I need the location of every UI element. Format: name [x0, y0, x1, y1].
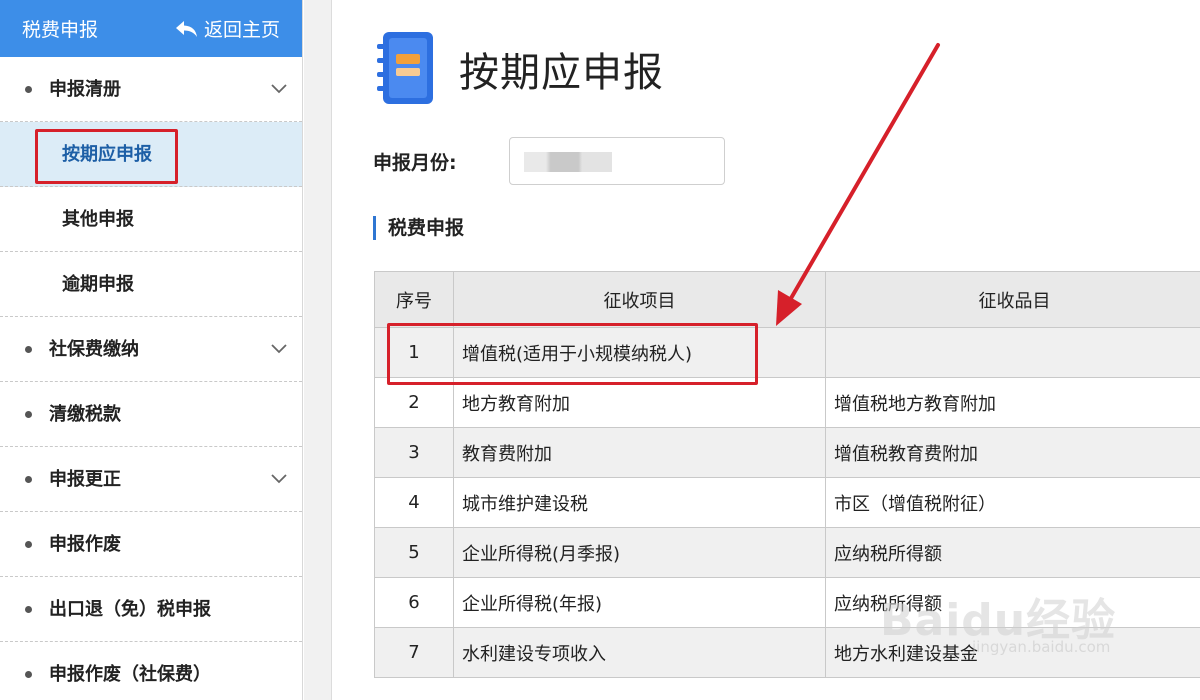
sidebar-item-tax-payment[interactable]: 清缴税款 — [0, 382, 302, 447]
back-home-label: 返回主页 — [203, 19, 280, 41]
declaration-month-input[interactable] — [508, 137, 725, 185]
chevron-down-icon — [271, 474, 287, 484]
row-category: 应纳税所得额 — [825, 577, 1200, 628]
sidebar-item-label: 其他申报 — [62, 209, 134, 230]
bullet-icon — [25, 541, 32, 548]
table-row[interactable]: 4 城市维护建设税 市区（增值税附征） — [374, 477, 1200, 528]
row-item[interactable]: 企业所得税(月季报) — [453, 527, 826, 578]
chevron-down-icon — [271, 344, 287, 354]
sidebar-item-label: 申报清册 — [49, 79, 121, 100]
sidebar-item-label: 申报作废 — [49, 534, 121, 555]
main-content: 按期应申报 申报月份: 税费申报 序号 征收项目 征收品目 1 增值税(适用于小… — [333, 0, 1200, 700]
panel-gutter — [304, 0, 332, 700]
sidebar-item-declaration-correction[interactable]: 申报更正 — [0, 447, 302, 512]
table-row[interactable]: 1 增值税(适用于小规模纳税人) — [374, 327, 1200, 378]
bullet-icon — [25, 671, 32, 678]
highlight-box — [35, 129, 178, 184]
table-row[interactable]: 5 企业所得税(月季报) 应纳税所得额 — [374, 527, 1200, 578]
row-seq: 2 — [374, 377, 454, 428]
sidebar-item-other-declaration[interactable]: 其他申报 — [0, 187, 302, 252]
sidebar: 税费申报 返回主页 申报清册 按期应申报 其他申报 逾期申报 社保费缴纳 清缴税… — [0, 0, 303, 700]
sidebar-item-declaration-list[interactable]: 申报清册 — [0, 57, 302, 122]
bullet-icon — [25, 411, 32, 418]
row-seq: 5 — [374, 527, 454, 578]
month-label: 申报月份: — [373, 151, 457, 174]
sidebar-item-label: 申报作废（社保费） — [49, 664, 211, 685]
row-item[interactable]: 地方教育附加 — [453, 377, 826, 428]
sidebar-item-social-insurance[interactable]: 社保费缴纳 — [0, 317, 302, 382]
row-item[interactable]: 城市维护建设税 — [453, 477, 826, 528]
sidebar-title: 税费申报 — [22, 19, 99, 41]
bullet-icon — [25, 476, 32, 483]
sidebar-item-label: 逾期申报 — [62, 274, 134, 295]
sidebar-item-label: 申报更正 — [49, 469, 121, 490]
row-item[interactable]: 水利建设专项收入 — [453, 627, 826, 678]
sidebar-item-void-social-insurance[interactable]: 申报作废（社保费） — [0, 642, 302, 700]
sidebar-item-declaration-void[interactable]: 申报作废 — [0, 512, 302, 577]
blurred-month-value — [523, 152, 612, 172]
table-row[interactable]: 6 企业所得税(年报) 应纳税所得额 — [374, 577, 1200, 628]
back-arrow-icon — [175, 20, 197, 37]
table-row[interactable]: 2 地方教育附加 增值税地方教育附加 — [374, 377, 1200, 428]
bullet-icon — [25, 86, 32, 93]
column-header-item: 征收项目 — [453, 271, 826, 328]
table-row[interactable]: 7 水利建设专项收入 地方水利建设基金 — [374, 627, 1200, 678]
chevron-down-icon — [271, 84, 287, 94]
row-seq: 6 — [374, 577, 454, 628]
sidebar-item-label: 清缴税款 — [49, 404, 121, 425]
row-category: 增值税地方教育附加 — [825, 377, 1200, 428]
tax-table: 序号 征收项目 征收品目 1 增值税(适用于小规模纳税人) 2 地方教育附加 增… — [374, 271, 1200, 678]
column-header-seq: 序号 — [374, 271, 454, 328]
back-home-button[interactable]: 返回主页 — [174, 15, 280, 42]
sidebar-item-export-refund[interactable]: 出口退（免）税申报 — [0, 577, 302, 642]
table-row[interactable]: 3 教育费附加 增值税教育费附加 — [374, 427, 1200, 478]
row-item[interactable]: 教育费附加 — [453, 427, 826, 478]
section-title: 税费申报 — [373, 216, 464, 240]
sidebar-item-label: 社保费缴纳 — [49, 339, 139, 360]
sidebar-item-periodic-declaration[interactable]: 按期应申报 — [0, 122, 302, 187]
bullet-icon — [25, 606, 32, 613]
row-category: 市区（增值税附征） — [825, 477, 1200, 528]
row-seq: 1 — [374, 327, 454, 378]
row-category: 地方水利建设基金 — [825, 627, 1200, 678]
month-row: 申报月份: — [373, 137, 725, 185]
row-category: 增值税教育费附加 — [825, 427, 1200, 478]
row-category: 应纳税所得额 — [825, 527, 1200, 578]
page-header: 按期应申报 — [377, 30, 664, 108]
page-title: 按期应申报 — [459, 50, 664, 96]
sidebar-item-overdue-declaration[interactable]: 逾期申报 — [0, 252, 302, 317]
row-category — [825, 327, 1200, 378]
row-seq: 4 — [374, 477, 454, 528]
sidebar-header: 税费申报 返回主页 — [0, 0, 302, 57]
row-item[interactable]: 增值税(适用于小规模纳税人) — [453, 327, 826, 378]
row-seq: 7 — [374, 627, 454, 678]
column-header-category: 征收品目 — [825, 271, 1200, 328]
notebook-icon — [377, 32, 433, 104]
table-header-row: 序号 征收项目 征收品目 — [374, 271, 1200, 328]
row-item[interactable]: 企业所得税(年报) — [453, 577, 826, 628]
bullet-icon — [25, 346, 32, 353]
sidebar-item-label: 出口退（免）税申报 — [49, 599, 211, 620]
row-seq: 3 — [374, 427, 454, 478]
